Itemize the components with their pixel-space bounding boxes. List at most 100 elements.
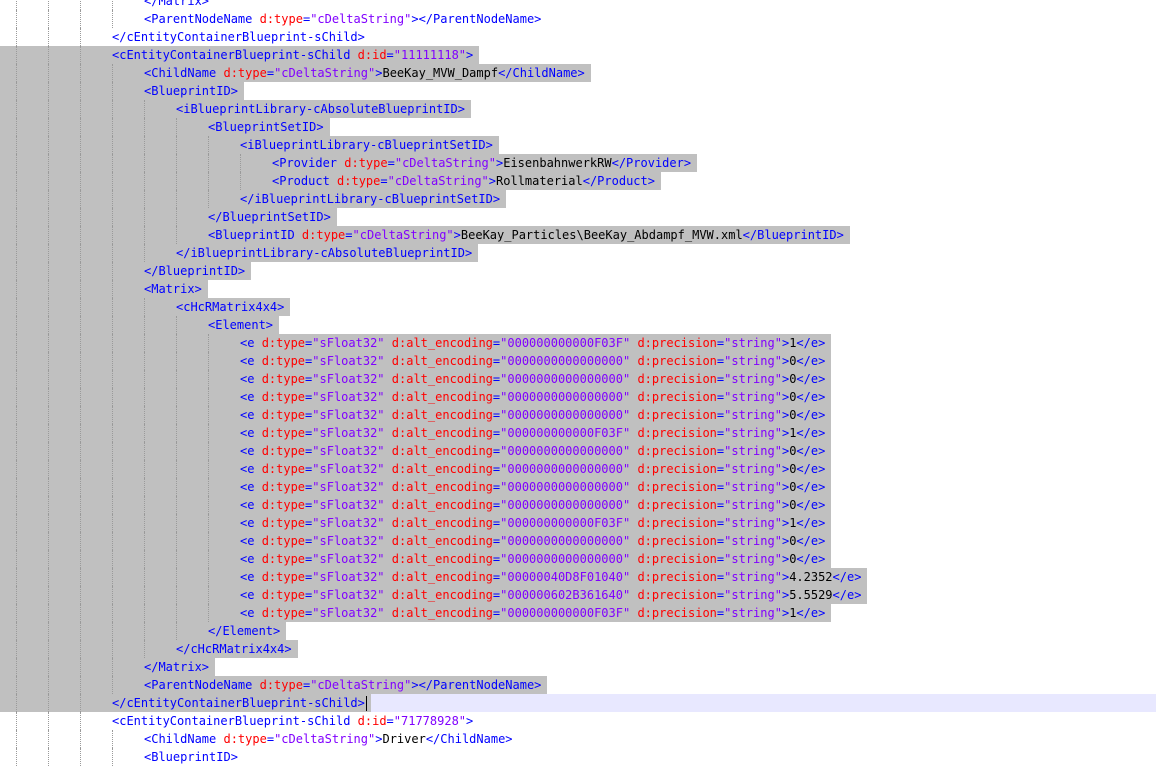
code-line[interactable]: </Matrix> — [0, 0, 1156, 10]
code-line[interactable]: <e d:type="sFloat32" d:alt_encoding="000… — [0, 334, 1156, 352]
code-line[interactable]: <e d:type="sFloat32" d:alt_encoding="000… — [0, 550, 1156, 568]
indent-guide — [80, 568, 81, 586]
code-text: <ChildName d:type="cDeltaString">BeeKay_… — [144, 64, 585, 82]
xml-tag-token — [385, 534, 392, 548]
xml-tag-token: <ParentNodeName — [144, 678, 260, 692]
code-line[interactable]: <Provider d:type="cDeltaString">Eisenbah… — [0, 154, 1156, 172]
code-line[interactable]: <iBlueprintLibrary-cBlueprintSetID> — [0, 136, 1156, 154]
code-text: <e d:type="sFloat32" d:alt_encoding="000… — [240, 586, 861, 604]
indent-guide — [48, 406, 49, 424]
code-line[interactable]: <e d:type="sFloat32" d:alt_encoding="000… — [0, 514, 1156, 532]
code-line[interactable]: <ParentNodeName d:type="cDeltaString"></… — [0, 10, 1156, 28]
indent-guide — [144, 604, 145, 622]
xml-text-token: 5.5529 — [789, 588, 833, 602]
code-line[interactable]: </iBlueprintLibrary-cAbsoluteBlueprintID… — [0, 244, 1156, 262]
indent-guide — [144, 352, 145, 370]
indent-guide — [144, 100, 145, 118]
xml-tag-token: <ParentNodeName — [144, 12, 260, 26]
code-line[interactable]: <Element> — [0, 316, 1156, 334]
indent-guide — [208, 514, 209, 532]
code-line[interactable]: <e d:type="sFloat32" d:alt_encoding="000… — [0, 478, 1156, 496]
xml-tag-token: <e — [240, 426, 262, 440]
xml-attribute-token: d:precision — [637, 462, 717, 476]
code-text: <BlueprintID> — [144, 748, 238, 766]
indent-guide — [48, 442, 49, 460]
xml-tag-token: </e> — [832, 588, 862, 602]
indent-guide — [48, 118, 49, 136]
code-text: <e d:type="sFloat32" d:alt_encoding="000… — [240, 460, 825, 478]
indent-guide — [80, 532, 81, 550]
xml-tag-token: <BlueprintID — [208, 228, 302, 242]
xml-value-token: "string" — [724, 606, 782, 620]
code-line[interactable]: <e d:type="sFloat32" d:alt_encoding="000… — [0, 586, 1156, 604]
indent-guide — [176, 334, 177, 352]
xml-attribute-token: d:precision — [637, 426, 717, 440]
code-line[interactable]: <iBlueprintLibrary-cAbsoluteBlueprintID> — [0, 100, 1156, 118]
xml-tag-token: <iBlueprintLibrary-cBlueprintSetID> — [240, 138, 493, 152]
xml-attribute-token: d:type — [223, 66, 267, 80]
code-line[interactable]: </Element> — [0, 622, 1156, 640]
indent-guide — [48, 550, 49, 568]
code-line[interactable]: <e d:type="sFloat32" d:alt_encoding="000… — [0, 532, 1156, 550]
indent-guide — [80, 172, 81, 190]
indent-guide — [208, 496, 209, 514]
code-line[interactable]: </Matrix> — [0, 658, 1156, 676]
xml-value-token: "sFloat32" — [312, 372, 385, 386]
code-line[interactable]: </cEntityContainerBlueprint-sChild> — [0, 28, 1156, 46]
xml-tag-token — [385, 408, 392, 422]
code-line[interactable]: <Product d:type="cDeltaString">Rollmater… — [0, 172, 1156, 190]
code-line[interactable]: </BlueprintSetID> — [0, 208, 1156, 226]
code-line[interactable]: <BlueprintID> — [0, 82, 1156, 100]
code-line[interactable]: <ChildName d:type="cDeltaString">Driver<… — [0, 730, 1156, 748]
code-line[interactable]: <e d:type="sFloat32" d:alt_encoding="000… — [0, 568, 1156, 586]
code-line[interactable]: <e d:type="sFloat32" d:alt_encoding="000… — [0, 388, 1156, 406]
indent-guide — [144, 226, 145, 244]
code-text: <BlueprintID d:type="cDeltaString">BeeKa… — [208, 226, 844, 244]
indent-guide — [80, 748, 81, 766]
indent-guide — [16, 406, 17, 424]
code-line[interactable]: <ParentNodeName d:type="cDeltaString"></… — [0, 676, 1156, 694]
code-line-current[interactable]: </cEntityContainerBlueprint-sChild> — [0, 694, 1156, 712]
code-text: </cEntityContainerBlueprint-sChild> — [112, 28, 365, 46]
indent-guide — [48, 172, 49, 190]
code-line[interactable]: <e d:type="sFloat32" d:alt_encoding="000… — [0, 496, 1156, 514]
xml-editor[interactable]: </Matrix> <ParentNodeName d:type="cDeltaS… — [0, 0, 1156, 767]
indent-guide — [48, 262, 49, 280]
code-line[interactable]: <Matrix> — [0, 280, 1156, 298]
code-line[interactable]: <e d:type="sFloat32" d:alt_encoding="000… — [0, 370, 1156, 388]
code-line[interactable]: <e d:type="sFloat32" d:alt_encoding="000… — [0, 604, 1156, 622]
indent-guide — [48, 64, 49, 82]
code-line[interactable]: <BlueprintID> — [0, 748, 1156, 766]
code-line[interactable]: <cEntityContainerBlueprint-sChild d:id="… — [0, 46, 1156, 64]
xml-tag-token: <e — [240, 570, 262, 584]
indent-guide — [208, 352, 209, 370]
indent-guide — [48, 496, 49, 514]
code-line[interactable]: </BlueprintID> — [0, 262, 1156, 280]
code-line[interactable]: <BlueprintID d:type="cDeltaString">BeeKa… — [0, 226, 1156, 244]
code-line[interactable]: <ChildName d:type="cDeltaString">BeeKay_… — [0, 64, 1156, 82]
code-line[interactable]: <e d:type="sFloat32" d:alt_encoding="000… — [0, 424, 1156, 442]
indent-guide — [48, 10, 49, 28]
xml-value-token: "sFloat32" — [312, 570, 385, 584]
code-text: </cHcRMatrix4x4> — [176, 640, 292, 658]
indent-guide — [144, 334, 145, 352]
code-line[interactable]: </cHcRMatrix4x4> — [0, 640, 1156, 658]
code-line[interactable]: <e d:type="sFloat32" d:alt_encoding="000… — [0, 460, 1156, 478]
xml-value-token: "sFloat32" — [312, 426, 385, 440]
xml-attribute-token: d:type — [261, 606, 306, 620]
indent-guide — [80, 190, 81, 208]
indent-guide — [176, 496, 177, 514]
code-line[interactable]: <e d:type="sFloat32" d:alt_encoding="000… — [0, 352, 1156, 370]
xml-value-token: "sFloat32" — [312, 552, 385, 566]
code-line[interactable]: <BlueprintSetID> — [0, 118, 1156, 136]
xml-tag-token: <Provider — [272, 156, 345, 170]
code-text: <e d:type="sFloat32" d:alt_encoding="000… — [240, 424, 825, 442]
code-line[interactable]: </iBlueprintLibrary-cBlueprintSetID> — [0, 190, 1156, 208]
indent-guide — [80, 640, 81, 658]
indent-guide — [48, 514, 49, 532]
code-line[interactable]: <e d:type="sFloat32" d:alt_encoding="000… — [0, 442, 1156, 460]
code-line[interactable]: <e d:type="sFloat32" d:alt_encoding="000… — [0, 406, 1156, 424]
xml-tag-token: </iBlueprintLibrary-cBlueprintSetID> — [240, 192, 501, 206]
code-line[interactable]: <cEntityContainerBlueprint-sChild d:id="… — [0, 712, 1156, 730]
code-line[interactable]: <cHcRMatrix4x4> — [0, 298, 1156, 316]
